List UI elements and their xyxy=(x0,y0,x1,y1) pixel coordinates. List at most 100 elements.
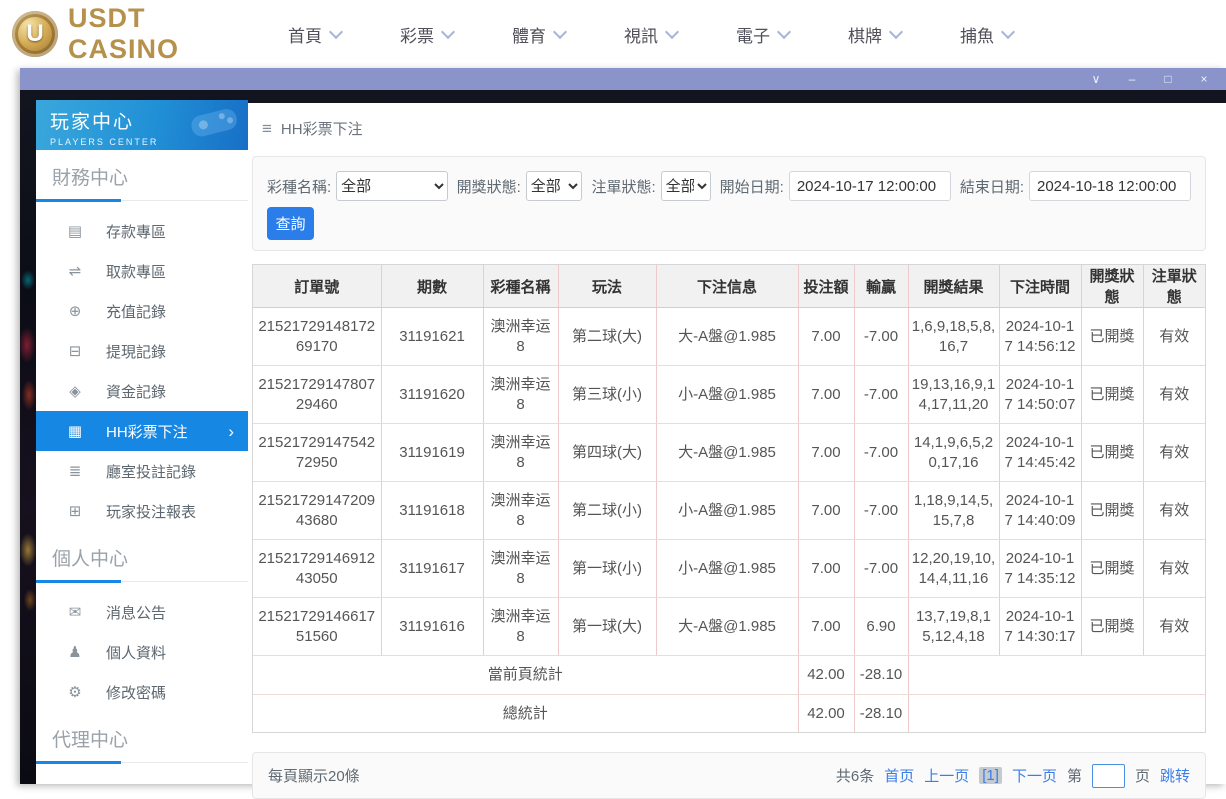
summary-bet-amount: 42.00 xyxy=(798,656,854,695)
sidebar-header: 玩家中心 PLAYERS CENTER xyxy=(36,100,248,150)
cell-bet-amount: 7.00 xyxy=(798,424,854,482)
chevron-down-icon xyxy=(441,24,455,38)
cell-win-loss: 6.90 xyxy=(854,598,908,656)
withdraw-icon: ⇌ xyxy=(66,262,84,280)
cell-draw-status: 已開獎 xyxy=(1081,366,1143,424)
sidebar-item-change-password[interactable]: ⚙ 修改密碼 xyxy=(36,672,248,712)
main-panel: ≡ HH彩票下注 彩種名稱: 全部 開獎狀態: 全部 注單狀態: 全部 xyxy=(248,103,1226,784)
window-titlebar[interactable]: ∨ – □ × xyxy=(20,68,1226,90)
table-row: 2152172914661751560 31191616 澳洲幸运8 第一球(大… xyxy=(253,598,1205,656)
end-date-input[interactable] xyxy=(1029,171,1191,201)
cell-period: 31191616 xyxy=(381,598,483,656)
cell-bet-time: 2024-10-17 14:45:42 xyxy=(999,424,1081,482)
cell-play-type: 第一球(小) xyxy=(558,540,656,598)
cell-order-no: 2152172914780729460 xyxy=(253,366,381,424)
cell-win-loss: -7.00 xyxy=(854,308,908,366)
cell-draw-result: 14,1,9,6,5,20,17,16 xyxy=(908,424,999,482)
nav-item-slots[interactable]: 電子 xyxy=(736,22,789,47)
next-page-link[interactable]: 下一页 xyxy=(1012,765,1057,786)
search-button[interactable]: 查詢 xyxy=(267,207,314,240)
sidebar-item-funds-records[interactable]: ◈ 資金記錄 xyxy=(36,371,248,411)
site-navbar: U USDT CASINO 首頁 彩票 體育 視訊 電子 棋牌 捕魚 xyxy=(0,0,1226,68)
cell-draw-status: 已開獎 xyxy=(1081,308,1143,366)
sidebar-item-room-bet-records[interactable]: ≣ 廳室投註記錄 xyxy=(36,451,248,491)
col-win-loss: 輸贏 xyxy=(854,265,908,308)
chevron-down-icon xyxy=(1001,24,1015,38)
window-maximize-button[interactable]: □ xyxy=(1150,68,1186,90)
cell-order-status: 有效 xyxy=(1143,598,1205,656)
sidebar-item-agent-rules[interactable]: ▯ 代理規則說明 xyxy=(36,773,248,784)
cell-draw-result: 13,7,19,8,15,12,4,18 xyxy=(908,598,999,656)
jump-button[interactable]: 跳转 xyxy=(1160,765,1190,786)
main-nav: 首頁 彩票 體育 視訊 電子 棋牌 捕魚 xyxy=(288,22,1013,47)
sidebar-item-deposit-zone[interactable]: ▤ 存款專區 xyxy=(36,211,248,251)
end-date-label: 結束日期: xyxy=(960,176,1024,197)
current-page-badge[interactable]: [1] xyxy=(979,767,1002,784)
nav-item-live-video[interactable]: 視訊 xyxy=(624,22,677,47)
brand-logo[interactable]: U USDT CASINO xyxy=(12,3,238,65)
sidebar-item-withdraw-zone[interactable]: ⇌ 取款專區 xyxy=(36,251,248,291)
start-date-input[interactable] xyxy=(789,171,951,201)
section-title-finance: 財務中心 xyxy=(36,150,248,199)
nav-item-fishing[interactable]: 捕魚 xyxy=(960,22,1013,47)
draw-status-select[interactable]: 全部 xyxy=(526,171,583,201)
section-title-personal: 個人中心 xyxy=(36,531,248,580)
cell-period: 31191617 xyxy=(381,540,483,598)
cell-draw-status: 已開獎 xyxy=(1081,540,1143,598)
cell-play-type: 第三球(小) xyxy=(558,366,656,424)
summary-bet-amount: 42.00 xyxy=(798,694,854,732)
chevron-down-icon xyxy=(777,24,791,38)
nav-item-lottery[interactable]: 彩票 xyxy=(400,22,453,47)
cell-order-status: 有效 xyxy=(1143,366,1205,424)
sidebar-item-profile[interactable]: ♟ 個人資料 xyxy=(36,632,248,672)
cell-period: 31191620 xyxy=(381,366,483,424)
col-draw-result: 開獎結果 xyxy=(908,265,999,308)
cell-bet-time: 2024-10-17 14:40:09 xyxy=(999,482,1081,540)
cell-period: 31191618 xyxy=(381,482,483,540)
lottery-bet-icon: ▦ xyxy=(66,422,84,440)
col-play-type: 玩法 xyxy=(558,265,656,308)
cell-draw-status: 已開獎 xyxy=(1081,598,1143,656)
summary-row-current-page: 當前頁統計 42.00 -28.10 xyxy=(253,656,1205,695)
lottery-name-select[interactable]: 全部 xyxy=(336,171,447,201)
sidebar-item-player-bet-report[interactable]: ⊞ 玩家投注報表 xyxy=(36,491,248,531)
table-row: 2152172914780729460 31191620 澳洲幸运8 第三球(小… xyxy=(253,366,1205,424)
cell-win-loss: -7.00 xyxy=(854,482,908,540)
chevron-right-icon: › xyxy=(228,423,234,440)
sidebar-item-withdraw-records[interactable]: ⊟ 提現記錄 xyxy=(36,331,248,371)
window-collapse-button[interactable]: ∨ xyxy=(1078,68,1114,90)
room-bet-record-icon: ≣ xyxy=(66,462,84,480)
cell-order-status: 有效 xyxy=(1143,308,1205,366)
table-row: 2152172914754272950 31191619 澳洲幸运8 第四球(大… xyxy=(253,424,1205,482)
cell-bet-info: 大-A盤@1.985 xyxy=(656,424,798,482)
topup-record-icon: ⊕ xyxy=(66,302,84,320)
cell-lottery-name: 澳洲幸运8 xyxy=(483,598,558,656)
start-date-label: 開始日期: xyxy=(720,176,784,197)
summary-label: 當前頁統計 xyxy=(253,656,798,695)
sidebar-item-topup-records[interactable]: ⊕ 充值記錄 xyxy=(36,291,248,331)
page-size-text: 每頁顯示20條 xyxy=(268,765,360,786)
window-minimize-button[interactable]: – xyxy=(1114,68,1150,90)
order-status-select[interactable]: 全部 xyxy=(661,171,711,201)
cell-draw-result: 1,18,9,14,5,15,7,8 xyxy=(908,482,999,540)
nav-item-board-games[interactable]: 棋牌 xyxy=(848,22,901,47)
nav-item-home[interactable]: 首頁 xyxy=(288,22,341,47)
cell-bet-amount: 7.00 xyxy=(798,482,854,540)
sidebar-item-announcements[interactable]: ✉ 消息公告 xyxy=(36,592,248,632)
col-bet-amount: 投注額 xyxy=(798,265,854,308)
col-bet-info: 下注信息 xyxy=(656,265,798,308)
window-close-button[interactable]: × xyxy=(1186,68,1222,90)
chevron-down-icon xyxy=(889,24,903,38)
section-rule xyxy=(36,199,248,202)
cell-play-type: 第二球(大) xyxy=(558,308,656,366)
prev-page-link[interactable]: 上一页 xyxy=(924,765,969,786)
first-page-link[interactable]: 首页 xyxy=(884,765,914,786)
table-header-row: 訂單號 期數 彩種名稱 玩法 下注信息 投注額 輸贏 開獎結果 下注時間 開獎狀… xyxy=(253,265,1205,308)
sidebar-item-hh-lottery-bets[interactable]: ▦ HH彩票下注 › xyxy=(36,411,248,451)
nav-item-sports[interactable]: 體育 xyxy=(512,22,565,47)
cell-lottery-name: 澳洲幸运8 xyxy=(483,424,558,482)
total-count-text: 共6条 xyxy=(836,765,874,786)
section-rule xyxy=(36,761,248,764)
col-lottery-name: 彩種名稱 xyxy=(483,265,558,308)
cell-order-no: 2152172914720943680 xyxy=(253,482,381,540)
